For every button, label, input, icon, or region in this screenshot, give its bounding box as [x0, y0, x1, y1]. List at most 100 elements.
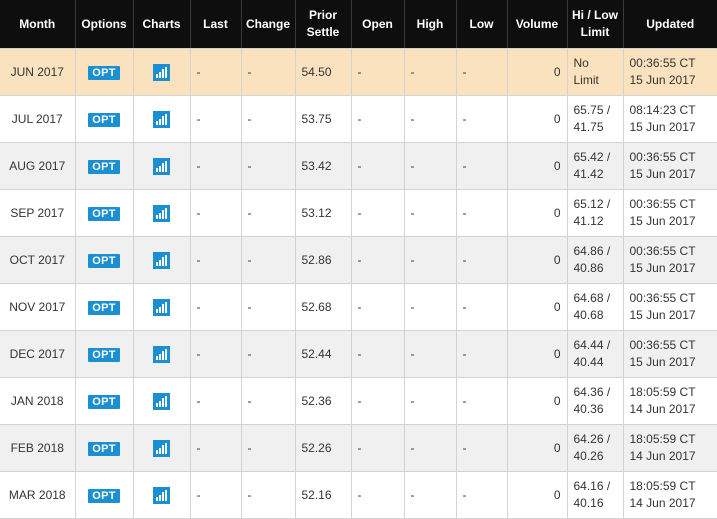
prior-settle-value: 53.12	[295, 189, 352, 237]
contract-month[interactable]: SEP 2017	[0, 189, 76, 237]
volume-value: 0	[507, 189, 568, 237]
updated-time: 00:36:55 CT	[629, 244, 696, 258]
contract-month[interactable]: JUL 2017	[0, 95, 76, 143]
contract-month[interactable]: JAN 2018	[0, 377, 76, 425]
bar-chart-icon[interactable]	[153, 204, 170, 222]
low-value: -	[456, 424, 508, 472]
prior-settle-value: 54.50	[295, 48, 352, 96]
updated-cell: 18:05:59 CT 14 Jun 2017	[623, 377, 717, 425]
col-header-open[interactable]: Open	[351, 0, 405, 49]
options-cell: OPT	[75, 424, 134, 472]
charts-cell	[133, 283, 191, 331]
bar-chart-icon[interactable]	[153, 63, 170, 81]
bar-chart-icon[interactable]	[153, 251, 170, 269]
high-value: -	[404, 236, 457, 284]
table-row: DEC 2017 OPT - - 52.44 - - - 0 64.44 / 4…	[0, 330, 717, 378]
bar-chart-icon[interactable]	[153, 439, 170, 457]
open-value: -	[351, 330, 405, 378]
updated-time: 00:36:55 CT	[629, 56, 696, 70]
opt-button[interactable]: OPT	[88, 488, 120, 503]
opt-button[interactable]: OPT	[88, 441, 120, 456]
change-value: -	[241, 48, 296, 96]
change-value: -	[241, 236, 296, 284]
updated-cell: 00:36:55 CT 15 Jun 2017	[623, 236, 717, 284]
contract-month[interactable]: MAR 2018	[0, 471, 76, 519]
opt-button[interactable]: OPT	[88, 347, 120, 362]
change-value: -	[241, 95, 296, 143]
col-header-high[interactable]: High	[404, 0, 457, 49]
last-price: -	[190, 95, 242, 143]
charts-cell	[133, 142, 191, 190]
col-header-low[interactable]: Low	[456, 0, 508, 49]
contract-month[interactable]: AUG 2017	[0, 142, 76, 190]
options-cell: OPT	[75, 330, 134, 378]
volume-value: 0	[507, 330, 568, 378]
col-header-options: Options	[75, 0, 134, 49]
high-value: -	[404, 142, 457, 190]
bar-chart-icon[interactable]	[153, 110, 170, 128]
updated-date: 15 Jun 2017	[629, 120, 696, 134]
col-header-updated[interactable]: Updated	[623, 0, 717, 49]
hi-low-limit-value: 65.75 / 41.75	[567, 95, 624, 143]
updated-date: 15 Jun 2017	[629, 214, 696, 228]
contract-month[interactable]: JUN 2017	[0, 48, 76, 96]
contract-month[interactable]: OCT 2017	[0, 236, 76, 284]
opt-button[interactable]: OPT	[88, 253, 120, 268]
options-cell: OPT	[75, 142, 134, 190]
hi-low-limit-value: 65.42 / 41.42	[567, 142, 624, 190]
col-header-last[interactable]: Last	[190, 0, 242, 49]
hi-low-limit-value: 64.44 / 40.44	[567, 330, 624, 378]
col-header-change[interactable]: Change	[241, 0, 296, 49]
table-body: JUN 2017 OPT - - 54.50 - - - 0 No Limit …	[0, 48, 717, 519]
table-header-row: Month Options Charts Last Change Prior S…	[0, 0, 717, 49]
options-cell: OPT	[75, 48, 134, 96]
bar-chart-icon[interactable]	[153, 157, 170, 175]
table-row: JUL 2017 OPT - - 53.75 - - - 0 65.75 / 4…	[0, 95, 717, 143]
high-value: -	[404, 95, 457, 143]
prior-settle-value: 52.26	[295, 424, 352, 472]
updated-time: 18:05:59 CT	[629, 432, 696, 446]
bar-chart-icon[interactable]	[153, 486, 170, 504]
low-value: -	[456, 48, 508, 96]
low-value: -	[456, 283, 508, 331]
opt-button[interactable]: OPT	[88, 394, 120, 409]
contract-month[interactable]: DEC 2017	[0, 330, 76, 378]
high-value: -	[404, 424, 457, 472]
charts-cell	[133, 48, 191, 96]
updated-cell: 00:36:55 CT 15 Jun 2017	[623, 283, 717, 331]
open-value: -	[351, 95, 405, 143]
open-value: -	[351, 471, 405, 519]
charts-cell	[133, 236, 191, 284]
opt-button[interactable]: OPT	[88, 112, 120, 127]
last-price: -	[190, 142, 242, 190]
opt-button[interactable]: OPT	[88, 206, 120, 221]
open-value: -	[351, 424, 405, 472]
col-header-month[interactable]: Month	[0, 0, 76, 49]
col-header-prior-settle[interactable]: Prior Settle	[295, 0, 352, 49]
charts-cell	[133, 330, 191, 378]
high-value: -	[404, 48, 457, 96]
opt-button[interactable]: OPT	[88, 300, 120, 315]
bar-chart-icon[interactable]	[153, 298, 170, 316]
hi-low-limit-value: 64.26 / 40.26	[567, 424, 624, 472]
opt-button[interactable]: OPT	[88, 65, 120, 80]
last-price: -	[190, 330, 242, 378]
hi-low-limit-value: 64.86 / 40.86	[567, 236, 624, 284]
opt-button[interactable]: OPT	[88, 159, 120, 174]
bar-chart-icon[interactable]	[153, 392, 170, 410]
bar-chart-icon[interactable]	[153, 345, 170, 363]
low-value: -	[456, 189, 508, 237]
col-header-volume[interactable]: Volume	[507, 0, 568, 49]
low-value: -	[456, 95, 508, 143]
prior-settle-value: 52.68	[295, 283, 352, 331]
open-value: -	[351, 236, 405, 284]
contract-month[interactable]: NOV 2017	[0, 283, 76, 331]
updated-time: 00:36:55 CT	[629, 197, 696, 211]
low-value: -	[456, 142, 508, 190]
prior-settle-value: 52.36	[295, 377, 352, 425]
last-price: -	[190, 424, 242, 472]
hi-low-limit-value: 64.16 / 40.16	[567, 471, 624, 519]
table-row: OCT 2017 OPT - - 52.86 - - - 0 64.86 / 4…	[0, 236, 717, 284]
updated-cell: 00:36:55 CT 15 Jun 2017	[623, 142, 717, 190]
contract-month[interactable]: FEB 2018	[0, 424, 76, 472]
